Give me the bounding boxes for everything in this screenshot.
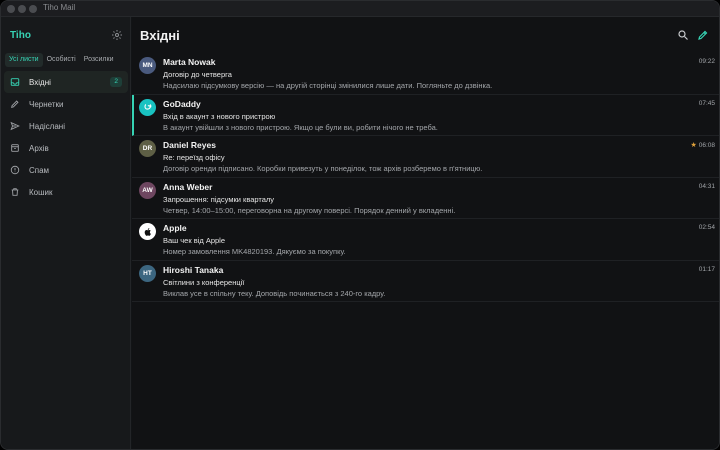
message-time-text: 02:54 [698, 224, 715, 231]
folder-label: Архів [29, 143, 49, 153]
folder-label: Вхідні [29, 77, 51, 87]
pencil-icon [10, 99, 20, 109]
message-preview: Надсилаю підсумкову версію — на другій с… [163, 81, 493, 90]
avatar: MN [139, 57, 156, 74]
message-pane: Вхідні MN Marta Nowak 09:22 Договір до ч… [132, 17, 719, 449]
message-subject: Вхід в акаунт з нового пристрою [163, 111, 276, 121]
message-row[interactable]: HT Hiroshi Tanaka 01:17 Світлини з конфе… [132, 261, 719, 302]
message-time-text: 07:45 [698, 99, 715, 107]
gear-icon[interactable] [111, 28, 123, 40]
mail-window: Tiho Mail Tiho Усі листи Особисті Розсил… [0, 0, 720, 450]
folder-label: Спам [29, 165, 50, 175]
message-row[interactable]: Apple 02:54 Ваш чек від Apple Номер замо… [132, 219, 719, 261]
message-subject: Re: переїзд офісу [163, 153, 225, 162]
message-sender: Apple [163, 223, 187, 233]
search-icon[interactable] [677, 28, 689, 40]
folder-archive[interactable]: Архів [4, 137, 128, 159]
page-title: Вхідні [140, 28, 180, 43]
message-preview: В акаунт увійшли з нового пристрою. Якщо… [163, 122, 438, 132]
message-time: 09:22 [699, 58, 715, 65]
maximize-window-button[interactable] [29, 5, 37, 13]
message-time: 01:17 [699, 266, 715, 273]
apple-logo-icon [139, 223, 156, 240]
filter-tabs: Усі листи Особисті Розсилки [5, 53, 117, 67]
message-time-text: 06:08 [698, 142, 715, 149]
message-subject: Світлини з конференції [163, 277, 245, 287]
message-row[interactable]: DR Daniel Reyes ★ 06:08 Re: переїзд офісу… [132, 136, 719, 178]
folder-spam[interactable]: Спам [4, 159, 128, 181]
message-sender: Hiroshi Tanaka [163, 264, 224, 275]
message-time: 07:45 [699, 100, 715, 107]
folder-drafts[interactable]: Чернетки [4, 93, 128, 115]
avatar: HT [139, 264, 156, 282]
filter-all[interactable]: Усі листи [5, 53, 43, 67]
message-time: 04:31 [699, 183, 715, 190]
message-sender: Daniel Reyes [163, 140, 216, 150]
message-sender: GoDaddy [163, 98, 201, 109]
folder-sent[interactable]: Надіслані [4, 115, 128, 137]
message-time: 02:54 [699, 224, 715, 231]
message-preview: Номер замовлення MK4820193. Дякуємо за п… [163, 247, 346, 256]
folder-trash[interactable]: Кошик [4, 181, 128, 203]
close-window-button[interactable] [7, 5, 15, 13]
folder-label: Надіслані [29, 121, 65, 131]
archive-icon [10, 143, 20, 153]
godaddy-logo-icon [139, 98, 156, 116]
message-preview: Договір оренди підписано. Коробки привез… [163, 164, 483, 173]
message-time-text: 01:17 [698, 265, 715, 273]
unread-badge: 2 [110, 77, 122, 87]
compose-icon[interactable] [697, 28, 709, 40]
message-time-text: 09:22 [698, 58, 715, 65]
window-title: Tiho Mail [43, 3, 76, 12]
message-sender: Anna Weber [163, 181, 213, 192]
title-bar: Tiho Mail [1, 1, 719, 17]
message-subject: Ваш чек від Apple [163, 236, 226, 245]
message-subject: Запрошення: підсумки кварталу [163, 194, 275, 204]
inbox-icon [10, 77, 20, 87]
message-subject: Договір до четверга [163, 70, 232, 79]
message-list: MN Marta Nowak 09:22 Договір до четверга… [132, 53, 719, 302]
message-preview: Виклав усе в спільну теку. Доповідь почи… [163, 288, 386, 298]
star-icon[interactable]: ★ [690, 142, 696, 149]
message-time: ★ 06:08 [690, 141, 715, 149]
message-preview: Четвер, 14:00–15:00, переговорна на друг… [163, 205, 456, 215]
message-sender: Marta Nowak [163, 57, 216, 67]
folder-label: Кошик [29, 187, 53, 197]
message-row[interactable]: GoDaddy 07:45 Вхід в акаунт з нового при… [132, 94, 719, 136]
message-row[interactable]: AW Anna Weber 04:31 Запрошення: підсумки… [132, 178, 719, 219]
message-time-text: 04:31 [698, 182, 715, 190]
folder-inbox[interactable]: Вхідні 2 [4, 71, 128, 93]
filter-newsletters[interactable]: Розсилки [80, 53, 118, 67]
folder-list: Вхідні 2 Чернетки Надіслані Архів Спам К… [4, 71, 128, 203]
trash-icon [10, 187, 20, 197]
sidebar: Tiho Усі листи Особисті Розсилки Вхідні … [1, 17, 131, 449]
filter-personal[interactable]: Особисті [43, 53, 80, 67]
minimize-window-button[interactable] [18, 5, 26, 13]
avatar: DR [139, 140, 156, 157]
send-icon [10, 121, 20, 131]
alert-icon [10, 165, 20, 175]
avatar: AW [139, 181, 156, 199]
app-name: Tiho [10, 30, 31, 41]
folder-label: Чернетки [29, 99, 64, 109]
message-row[interactable]: MN Marta Nowak 09:22 Договір до четверга… [132, 53, 719, 95]
